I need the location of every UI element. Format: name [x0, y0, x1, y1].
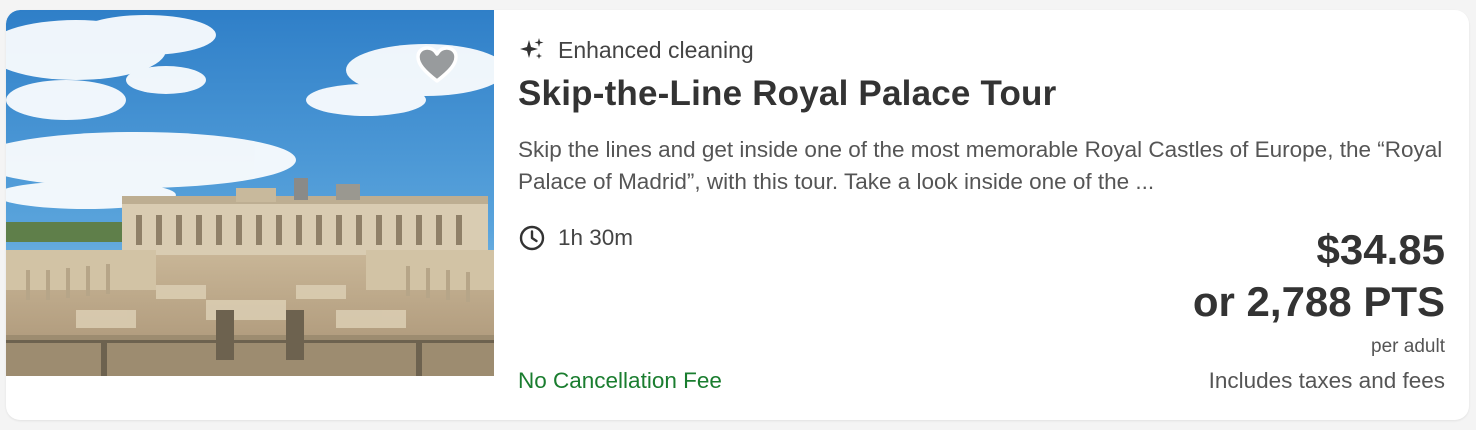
price-unit: per adult: [1371, 336, 1445, 357]
listing-photo[interactable]: [6, 10, 494, 376]
no-cancellation-fee: No Cancellation Fee: [518, 368, 722, 393]
listing-card[interactable]: Enhanced cleaning Skip-the-Line Royal Pa…: [6, 10, 1469, 420]
listing-title[interactable]: Skip-the-Line Royal Palace Tour: [518, 74, 1056, 114]
listing-content: Enhanced cleaning Skip-the-Line Royal Pa…: [518, 10, 1445, 420]
duration-label: 1h 30m: [558, 225, 634, 250]
price-block: $34.85 or 2,788 PTS: [1193, 224, 1445, 328]
clock-icon: [519, 225, 545, 251]
favorite-button[interactable]: [416, 46, 458, 84]
sparkle-icon: [520, 38, 544, 59]
price-points: or 2,788 PTS: [1192, 278, 1445, 325]
listing-description: Skip the lines and get inside one of the…: [518, 137, 1443, 194]
enhanced-cleaning-badge: Enhanced cleaning: [518, 36, 754, 64]
duration: 1h 30m: [518, 224, 633, 252]
price-amount: $34.85: [1316, 226, 1445, 273]
taxes-note: Includes taxes and fees: [1208, 368, 1445, 393]
heart-icon: [416, 46, 458, 83]
badge-label: Enhanced cleaning: [558, 36, 754, 63]
